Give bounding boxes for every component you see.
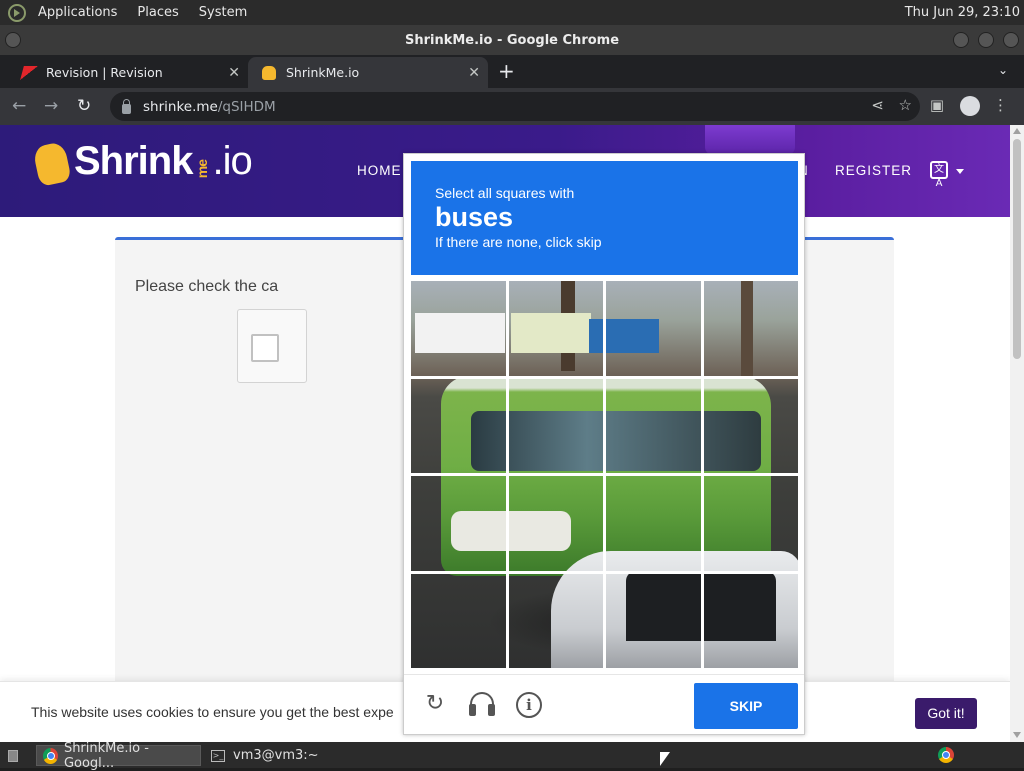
kebab-menu-icon[interactable]: ⋮ <box>993 96 1008 114</box>
challenge-tile[interactable] <box>606 281 701 376</box>
taskbar-terminal-window[interactable]: >_ vm3@vm3:~ <box>205 745 345 766</box>
scroll-down-icon[interactable] <box>1013 732 1021 738</box>
nav-home-link[interactable]: HOME <box>357 163 402 178</box>
taskbar-chrome-window[interactable]: ShrinkMe.io - Googl... <box>36 741 201 771</box>
minimize-button[interactable] <box>953 32 969 48</box>
terminal-icon: >_ <box>211 749 225 762</box>
shrinkme-logo[interactable]: Shrink me .io <box>32 139 253 187</box>
lock-icon[interactable] <box>122 98 131 114</box>
challenge-tile[interactable] <box>508 476 603 571</box>
system-menu[interactable]: System <box>195 5 251 20</box>
reload-icon[interactable]: ↻ <box>77 96 91 116</box>
tab-search-chevron-icon[interactable]: ⌄ <box>998 63 1008 77</box>
challenge-image-grid <box>411 281 798 668</box>
tab-label: Revision | Revision <box>46 65 163 80</box>
mouse-cursor-icon <box>660 752 670 766</box>
applications-menu[interactable]: Applications <box>34 5 121 20</box>
show-desktop-button[interactable] <box>2 745 24 766</box>
desktop-icon <box>8 749 18 762</box>
close-window-button[interactable] <box>1003 32 1019 48</box>
recaptcha-checkbox[interactable] <box>251 334 279 362</box>
captcha-prompt-text: Please check the ca <box>135 278 279 295</box>
challenge-tile[interactable] <box>411 476 506 571</box>
bookmark-star-icon[interactable]: ☆ <box>899 96 912 114</box>
challenge-tile[interactable] <box>606 573 701 668</box>
promo-banner[interactable] <box>705 125 795 155</box>
page-scrollbar[interactable] <box>1010 125 1024 742</box>
language-caret-icon[interactable] <box>956 169 964 174</box>
logo-me-text: me <box>194 159 211 178</box>
challenge-footer: ↻ i SKIP <box>404 674 804 734</box>
challenge-hint: If there are none, click skip <box>435 234 602 250</box>
challenge-header: Select all squares with buses If there a… <box>411 161 798 275</box>
skip-button[interactable]: SKIP <box>694 683 798 729</box>
new-tab-icon[interactable]: + <box>498 59 515 83</box>
challenge-tile[interactable] <box>411 378 506 473</box>
revision-favicon-icon <box>20 65 38 80</box>
places-menu[interactable]: Places <box>133 5 182 20</box>
url-host: shrinke.me <box>143 98 218 115</box>
side-panel-icon[interactable]: ▣ <box>930 96 944 114</box>
logo-text: Shrink <box>74 139 193 183</box>
tab-label: ShrinkMe.io <box>286 65 360 80</box>
nav-register-link[interactable]: REGISTER <box>835 163 912 178</box>
info-icon[interactable]: i <box>516 692 542 718</box>
url-path: /qSIHDM <box>217 98 276 115</box>
scrollbar-thumb[interactable] <box>1013 139 1021 359</box>
address-bar[interactable]: shrinke.me/qSIHDM <box>110 92 920 121</box>
chrome-icon <box>43 747 58 764</box>
top-panel: Applications Places System Thu Jun 29, 2… <box>0 0 1024 25</box>
language-icon[interactable]: 文A <box>930 161 948 189</box>
window-titlebar: ShrinkMe.io - Google Chrome <box>0 25 1024 55</box>
browser-toolbar: ← → ↻ shrinke.me/qSIHDM ⋖ ☆ ▣ ⋮ <box>0 88 1024 125</box>
close-tab-icon[interactable]: ✕ <box>228 65 240 81</box>
challenge-tile[interactable] <box>411 281 506 376</box>
profile-avatar-icon[interactable] <box>960 96 980 116</box>
challenge-tile[interactable] <box>508 378 603 473</box>
challenge-target: buses <box>435 202 514 232</box>
close-tab-icon[interactable]: ✕ <box>468 65 480 81</box>
challenge-tile[interactable] <box>703 476 798 571</box>
shrinkme-favicon-icon <box>262 65 276 80</box>
headphones-icon[interactable] <box>469 692 495 718</box>
challenge-tile[interactable] <box>703 573 798 668</box>
challenge-tile[interactable] <box>508 573 603 668</box>
distro-logo-icon[interactable] <box>8 3 26 22</box>
scroll-up-icon[interactable] <box>1013 128 1021 134</box>
logo-io-text: .io <box>212 139 252 183</box>
clock[interactable]: Thu Jun 29, 23:10 <box>905 5 1020 20</box>
cookie-text: This website uses cookies to ensure you … <box>31 704 394 720</box>
got-it-button[interactable]: Got it! <box>915 698 977 729</box>
tab-strip: Revision | Revision ✕ ShrinkMe.io ✕ + ⌄ <box>0 55 1024 88</box>
challenge-tile[interactable] <box>606 476 701 571</box>
share-icon[interactable]: ⋖ <box>871 96 884 114</box>
pointing-hand-icon <box>32 141 72 187</box>
challenge-tile[interactable] <box>411 573 506 668</box>
window-menu-button[interactable] <box>5 32 21 48</box>
challenge-tile[interactable] <box>606 378 701 473</box>
window-title: ShrinkMe.io - Google Chrome <box>404 32 620 48</box>
reload-challenge-icon[interactable]: ↻ <box>422 691 448 717</box>
challenge-tile[interactable] <box>703 281 798 376</box>
tray-chrome-icon[interactable] <box>938 747 954 763</box>
taskbar-terminal-label: vm3@vm3:~ <box>233 748 319 763</box>
maximize-button[interactable] <box>978 32 994 48</box>
recaptcha-widget <box>237 309 307 383</box>
tab-shrinkme[interactable]: ShrinkMe.io ✕ <box>248 57 488 88</box>
taskbar-chrome-label: ShrinkMe.io - Googl... <box>63 740 149 771</box>
challenge-instruction: Select all squares with <box>435 185 575 201</box>
challenge-tile[interactable] <box>703 378 798 473</box>
forward-arrow-icon[interactable]: → <box>44 96 58 116</box>
recaptcha-challenge: Select all squares with buses If there a… <box>403 153 805 735</box>
tab-revision[interactable]: Revision | Revision ✕ <box>8 57 248 88</box>
back-arrow-icon[interactable]: ← <box>12 96 26 116</box>
challenge-tile[interactable] <box>508 281 603 376</box>
bottom-taskbar: ShrinkMe.io - Googl... >_ vm3@vm3:~ <box>0 741 1024 771</box>
